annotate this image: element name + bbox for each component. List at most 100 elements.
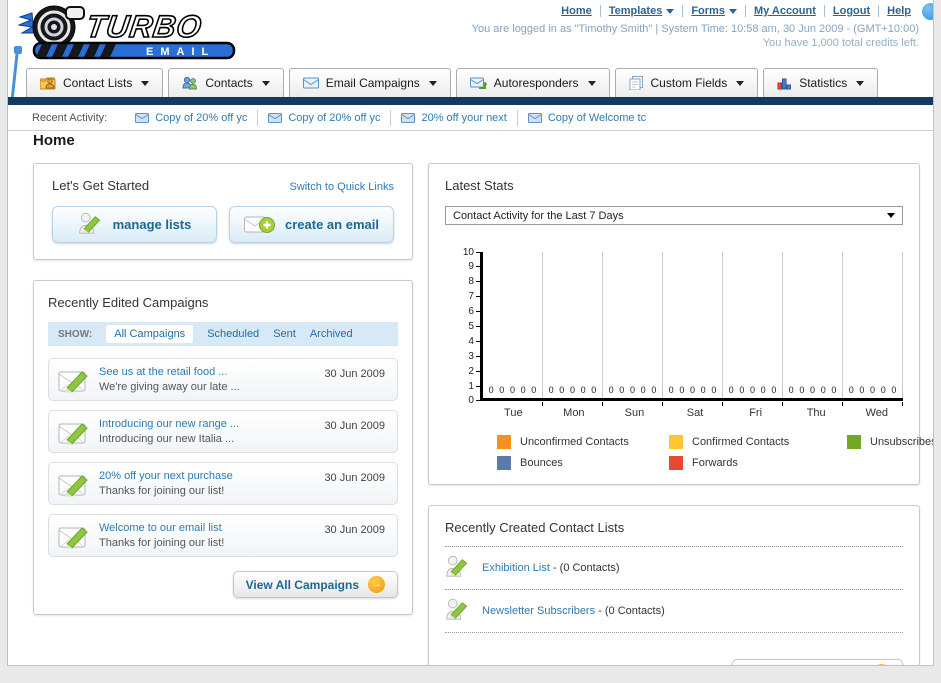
campaign-date: 30 Jun 2009: [324, 524, 385, 536]
top-nav-my-account[interactable]: My Account: [744, 5, 824, 17]
chevron-down-icon: [856, 80, 865, 86]
envelope-pencil-icon: [58, 423, 88, 446]
tab-contact-lists[interactable]: Contact Lists: [26, 68, 164, 97]
person-pencil-icon: [78, 212, 100, 234]
turbo-email-logo: TURBO EMAIL: [17, 3, 243, 68]
get-started-title: Let's Get Started: [52, 178, 150, 193]
legend-item: Forwards: [669, 456, 847, 470]
x-axis-label: Sat: [686, 407, 704, 419]
top-nav-help[interactable]: Help: [878, 5, 919, 17]
logo-title: TURBO: [84, 9, 204, 44]
tab-statistics[interactable]: Statistics: [763, 68, 879, 97]
envelope-pencil-icon: [58, 527, 88, 550]
contact-list-link[interactable]: Newsletter Subscribers: [482, 605, 595, 617]
recent-activity-item[interactable]: Copy of 20% off yc: [258, 109, 392, 126]
contact-list-detail: - (0 Contacts): [595, 604, 665, 617]
x-axis-label: Tue: [504, 407, 523, 419]
logo-subtitle: EMAIL: [146, 46, 215, 58]
filter-sent[interactable]: Sent: [273, 328, 296, 340]
recent-activity-item[interactable]: Copy of Welcome tc: [518, 110, 656, 126]
credits-info: You have 1,000 total credits left.: [762, 37, 919, 49]
email-campaigns-icon: [302, 77, 319, 89]
switch-quick-links[interactable]: Switch to Quick Links: [289, 181, 394, 193]
filter-scheduled[interactable]: Scheduled: [207, 328, 259, 340]
legend-label: Unsubscribes: [870, 436, 934, 448]
chart-plot: 00000 00000 00000 00000 00000 00000 00000: [479, 252, 904, 406]
contact-activity-chart: 10 9 8 7 6 5 4 3 2 1 0 000000000000000000000000000…: [453, 247, 933, 470]
contact-list-row[interactable]: Exhibition List - (0 Contacts): [445, 547, 903, 590]
contact-list-link[interactable]: Exhibition List: [482, 562, 550, 574]
navy-divider-bar: [8, 97, 933, 105]
campaign-date: 30 Jun 2009: [324, 420, 385, 432]
envelope-icon: [401, 112, 416, 123]
envelope-icon: [268, 112, 283, 123]
right-column: Latest Stats Contact Activity for the La…: [428, 163, 933, 667]
view-all-campaigns-button[interactable]: View All Campaigns →: [232, 571, 398, 598]
recent-activity-item[interactable]: Copy of 20% off yc: [125, 109, 259, 126]
top-nav-home[interactable]: Home: [553, 5, 600, 17]
top-nav-forms-label: Forms: [691, 5, 725, 17]
data-point-labels: 00000: [788, 385, 837, 395]
chart-legend: Unconfirmed Contacts Confirmed Contacts Un…: [497, 435, 933, 470]
filter-all-campaigns[interactable]: All Campaigns: [106, 325, 194, 343]
chart-day-band: 00000: [603, 252, 663, 406]
chart-y-axis: 10 9 8 7 6 5 4 3 2 1 0: [453, 247, 480, 406]
top-nav-help-label: Help: [887, 5, 911, 17]
chevron-down-icon: [261, 80, 270, 86]
contact-list-row[interactable]: Newsletter Subscribers - (0 Contacts): [445, 590, 903, 633]
top-nav-forms[interactable]: Forms: [682, 5, 745, 17]
see-all-contact-lists-label: See All Contact Lists: [745, 666, 864, 667]
envelope-plus-icon: [244, 216, 276, 233]
autoresponders-icon: [469, 77, 487, 89]
campaign-row[interactable]: 20% off your next purchase Thanks for jo…: [48, 462, 398, 505]
tab-contacts-label: Contacts: [205, 76, 253, 90]
create-email-button[interactable]: create an email: [229, 206, 394, 243]
legend-label: Unconfirmed Contacts: [520, 436, 629, 448]
recent-activity-item[interactable]: 20% off your next: [391, 109, 518, 126]
help-bubble-icon[interactable]: [922, 3, 933, 20]
stats-report-dropdown[interactable]: Contact Activity for the Last 7 Days: [445, 206, 903, 225]
recent-activity-label: Recent Activity:: [32, 111, 108, 124]
chart-x-labels: Tue Mon Sun Sat Fri Thu Wed: [483, 401, 907, 419]
tab-contacts[interactable]: Contacts: [168, 68, 284, 97]
campaign-subtitle: Thanks for joining our list!: [99, 537, 225, 549]
tab-autoresponders-label: Autoresponders: [493, 76, 579, 90]
recent-activity-item-label: 20% off your next: [421, 111, 507, 124]
envelope-pencil-icon: [58, 475, 88, 498]
chevron-down-icon: [887, 213, 895, 218]
arrow-right-icon: →: [368, 576, 385, 593]
chart-day-band: 00000: [543, 252, 603, 406]
left-column: Let's Get Started Switch to Quick Links …: [33, 163, 413, 615]
latest-stats-title: Latest Stats: [445, 178, 514, 193]
recent-activity-item-label: Copy of 20% off yc: [155, 111, 248, 124]
campaign-list: See us at the retail food ... We're givi…: [48, 358, 398, 557]
chevron-down-icon: [428, 80, 437, 86]
campaign-row[interactable]: Introducing our new range ... Introducin…: [48, 410, 398, 453]
data-point-labels: 00000: [608, 385, 657, 395]
campaign-subtitle: We're giving away our late ...: [99, 381, 240, 393]
see-all-contact-lists-button[interactable]: See All Contact Lists →: [732, 659, 903, 667]
tab-email-campaigns[interactable]: Email Campaigns: [288, 68, 451, 97]
manage-lists-button[interactable]: manage lists: [52, 206, 217, 243]
top-nav-logout[interactable]: Logout: [823, 5, 878, 17]
campaign-row[interactable]: See us at the retail food ... We're givi…: [48, 358, 398, 401]
filter-archived[interactable]: Archived: [310, 328, 353, 340]
data-point-labels: 00000: [848, 385, 897, 395]
contact-lists-panel: Recently Created Contact Lists Exhibitio…: [428, 505, 920, 667]
tab-custom-fields[interactable]: Custom Fields: [614, 68, 759, 97]
logo-graphic: TURBO EMAIL: [17, 5, 236, 60]
chevron-down-icon: [666, 8, 675, 14]
campaigns-title: Recently Edited Campaigns: [48, 295, 209, 310]
top-nav-logout-label: Logout: [832, 5, 871, 17]
campaign-subtitle: Thanks for joining our list!: [99, 485, 225, 497]
page: TURBO EMAIL Home Templates Forms My Acco…: [7, 0, 934, 666]
top-nav-templates[interactable]: Templates: [599, 5, 683, 17]
create-email-label: create an email: [285, 217, 379, 232]
tab-autoresponders[interactable]: Autoresponders: [455, 68, 610, 97]
tab-contact-lists-label: Contact Lists: [63, 76, 133, 90]
chevron-down-icon: [736, 80, 745, 86]
legend-swatch: [497, 435, 511, 449]
campaign-row[interactable]: Welcome to our email list Thanks for joi…: [48, 514, 398, 557]
flame-icon: [17, 12, 35, 34]
page-title: Home: [33, 132, 75, 149]
